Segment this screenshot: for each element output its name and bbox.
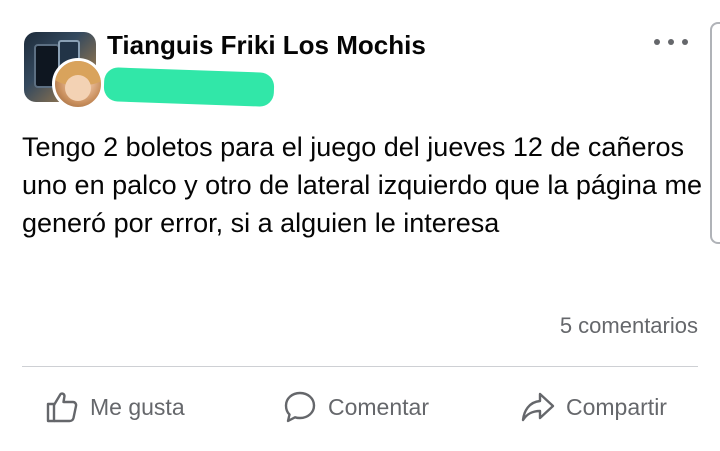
share-button[interactable]: Compartir [520,380,667,434]
author-avatar-face [65,75,91,101]
like-label: Me gusta [90,393,185,420]
group-name-link[interactable]: Tianguis Friki Los Mochis [107,30,426,61]
author-name-redaction [103,67,275,107]
actions-divider [22,366,698,367]
comment-button[interactable]: Comentar [282,380,429,434]
comment-count-link[interactable]: 5 comentarios [560,313,698,339]
post-actions: Me gusta Comentar Compartir [0,380,720,434]
post-avatars [24,32,104,110]
thumbs-up-icon [46,392,78,423]
adjacent-card-edge [710,22,720,244]
share-label: Compartir [566,393,667,420]
share-arrow-icon [521,392,555,422]
comment-label: Comentar [328,393,429,420]
like-button[interactable]: Me gusta [44,380,185,434]
author-avatar[interactable] [52,58,104,110]
feed-post: Tianguis Friki Los Mochis F a · 1 d · Te… [0,0,720,451]
post-text: Tengo 2 boletos para el juego del jueves… [22,132,702,238]
speech-bubble-icon [284,391,316,423]
more-dots-icon[interactable] [654,32,688,52]
